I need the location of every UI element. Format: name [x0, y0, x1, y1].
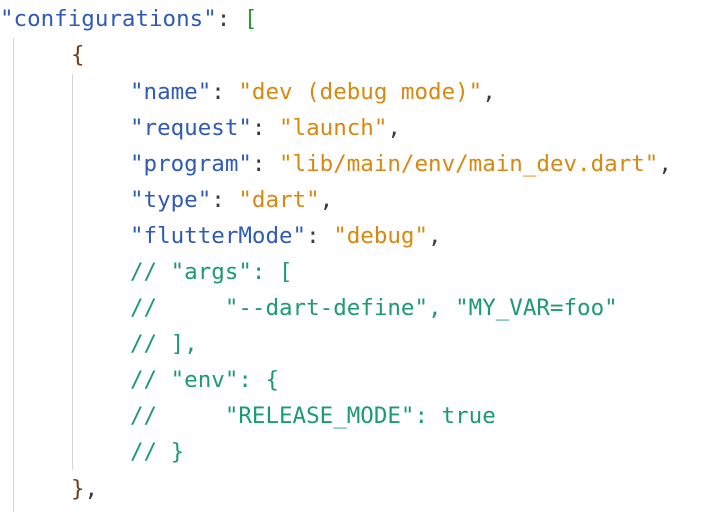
colon: : [306, 223, 334, 249]
comment-env-close: // } [130, 439, 185, 465]
indent-guide-inner [72, 74, 73, 470]
code-line-5[interactable]: "program": "lib/main/env/main_dev.dart", [130, 146, 672, 182]
open-brace: { [71, 42, 85, 68]
comment-args-close: // ], [130, 331, 198, 357]
indent-guide-outer [13, 38, 14, 512]
comma: , [428, 223, 442, 249]
json-key-request: "request" [130, 115, 252, 141]
json-value-name: "dev (debug mode)" [238, 79, 483, 105]
colon: : [211, 187, 239, 213]
comma: , [84, 476, 99, 502]
code-line-9[interactable]: // "--dart-define", "MY_VAR=foo" [130, 290, 618, 326]
code-line-1[interactable]: "configurations": [ [0, 1, 257, 37]
json-key-type: "type" [130, 187, 212, 213]
code-line-6[interactable]: "type": "dart", [130, 182, 333, 218]
comment-env-value: // "RELEASE_MODE": true [130, 403, 496, 429]
colon: : [216, 6, 244, 32]
colon: : [251, 151, 280, 177]
open-bracket: [ [243, 6, 258, 32]
colon: : [251, 115, 280, 141]
close-brace: } [71, 476, 85, 502]
code-editor[interactable]: "configurations": [ { "name": "dev (debu… [0, 0, 728, 512]
code-line-10[interactable]: // ], [130, 326, 198, 362]
comma: , [482, 79, 496, 105]
json-value-fluttermode: "debug" [333, 223, 429, 249]
code-line-8[interactable]: // "args": [ [130, 254, 293, 290]
comment-env-open: // "env": { [130, 367, 280, 393]
json-key-configurations: "configurations" [0, 6, 217, 32]
code-line-12[interactable]: // "RELEASE_MODE": true [130, 398, 496, 434]
json-value-request: "launch" [279, 115, 388, 141]
colon: : [211, 79, 239, 105]
code-line-2[interactable]: { [71, 37, 85, 73]
code-line-14[interactable]: }, [71, 471, 98, 507]
json-key-fluttermode: "flutterMode" [130, 223, 307, 249]
json-key-program: "program" [130, 151, 252, 177]
json-key-name: "name" [130, 79, 212, 105]
code-line-4[interactable]: "request": "launch", [130, 110, 401, 146]
json-value-type: "dart" [238, 187, 320, 213]
code-line-3[interactable]: "name": "dev (debug mode)", [130, 74, 496, 110]
comment-args-value: // "--dart-define", "MY_VAR=foo" [130, 295, 618, 321]
comma: , [319, 187, 334, 213]
comma: , [658, 151, 672, 177]
json-value-program: "lib/main/env/main_dev.dart" [279, 151, 659, 177]
code-line-7[interactable]: "flutterMode": "debug", [130, 218, 442, 254]
code-line-11[interactable]: // "env": { [130, 362, 279, 398]
comment-args-open: // "args": [ [130, 259, 293, 285]
comma: , [387, 115, 401, 141]
code-line-13[interactable]: // } [130, 434, 184, 470]
